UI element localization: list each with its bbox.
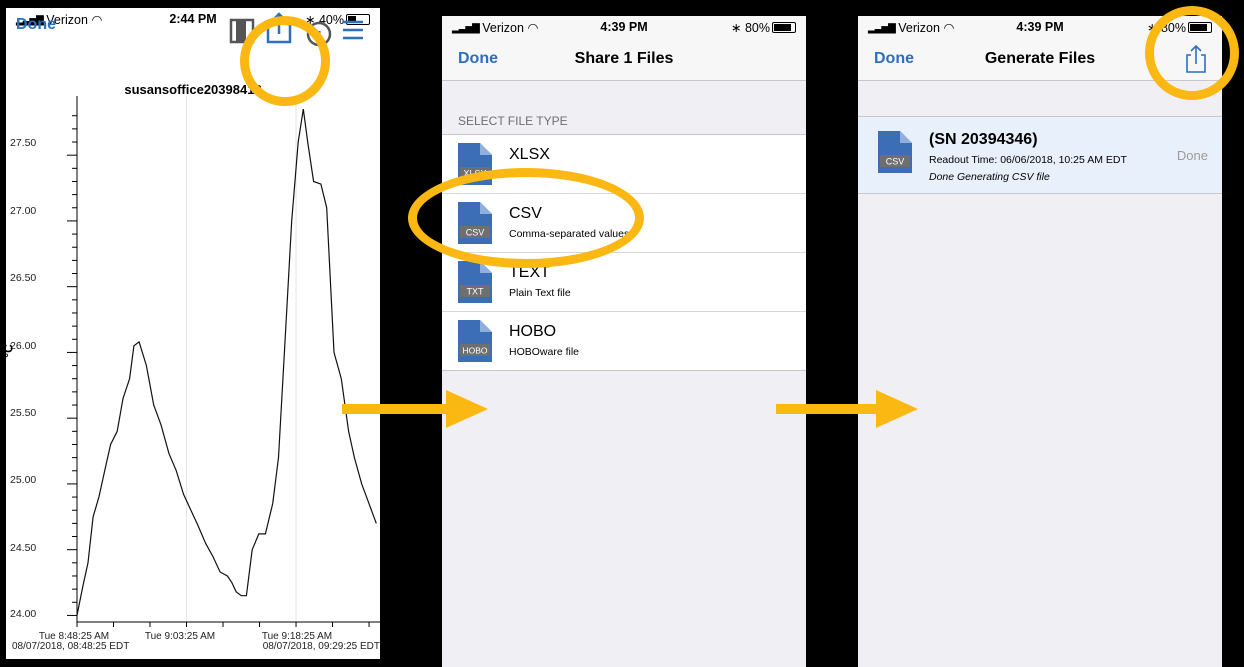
generate-files-screen: ▂▃▅▇ Verizon ◠ 4:39 PM ∗ 80% Done Genera… <box>858 16 1222 667</box>
generation-status: Done Generating CSV file <box>929 171 1050 183</box>
temperature-chart[interactable] <box>6 8 380 659</box>
svg-text:TXT: TXT <box>467 287 485 297</box>
x-range-start: 08/07/2018, 08:48:25 EDT <box>12 641 130 652</box>
readout-time: Readout Time: 06/06/2018, 10:25 AM EDT <box>929 154 1127 166</box>
file-type-description: Plain Text file <box>509 287 571 299</box>
x-range-end: 08/07/2018, 09:29:25 EDT <box>262 641 380 652</box>
battery: ∗ 80% <box>731 20 796 35</box>
file-type-hobo[interactable]: HOBO HOBO HOBOware file <box>442 312 806 370</box>
highlight-circle-share <box>1145 6 1239 100</box>
battery-icon <box>772 22 796 33</box>
x-tick-label: Tue 9:03:25 AM <box>144 631 216 642</box>
file-type-name: XLSX <box>509 146 550 163</box>
svg-text:HOBO: HOBO <box>462 346 487 356</box>
file-type-name: HOBO <box>509 323 557 340</box>
highlight-circle-share <box>240 16 330 106</box>
section-header: SELECT FILE TYPE <box>458 114 568 128</box>
share-files-screen: ▂▃▅▇ Verizon ◠ 4:39 PM ∗ 80% Done Share … <box>442 16 806 667</box>
page-title: Share 1 Files <box>574 50 674 67</box>
temperature-series-line <box>76 109 377 616</box>
navigation-bar: Done Share 1 Files <box>442 38 806 81</box>
hobo-file-icon: HOBO <box>458 320 492 362</box>
graph-screen: ▂▃▅▇ Verizon ◠ 2:44 PM ∗ 40% Done susans… <box>6 8 380 659</box>
generated-file-row[interactable]: CSV (SN 20394346) Readout Time: 06/06/20… <box>858 116 1222 194</box>
chart-axes <box>67 96 380 627</box>
arrow-right-icon <box>342 390 488 428</box>
battery-percent: 80% <box>744 21 770 35</box>
svg-text:CSV: CSV <box>886 157 905 167</box>
txt-file-icon: TXT <box>458 261 492 303</box>
file-type-description: HOBOware file <box>509 346 580 358</box>
file-serial: (SN 20394346) <box>929 131 1038 148</box>
csv-file-icon: CSV <box>878 131 912 173</box>
bluetooth-icon: ∗ <box>731 21 742 35</box>
file-done-label: Done <box>1176 148 1208 163</box>
highlight-circle-csv <box>408 168 644 268</box>
arrow-right-icon <box>776 390 918 428</box>
status-bar: ▂▃▅▇ Verizon ◠ 4:39 PM ∗ 80% <box>442 16 806 38</box>
chart-grid <box>186 96 297 622</box>
